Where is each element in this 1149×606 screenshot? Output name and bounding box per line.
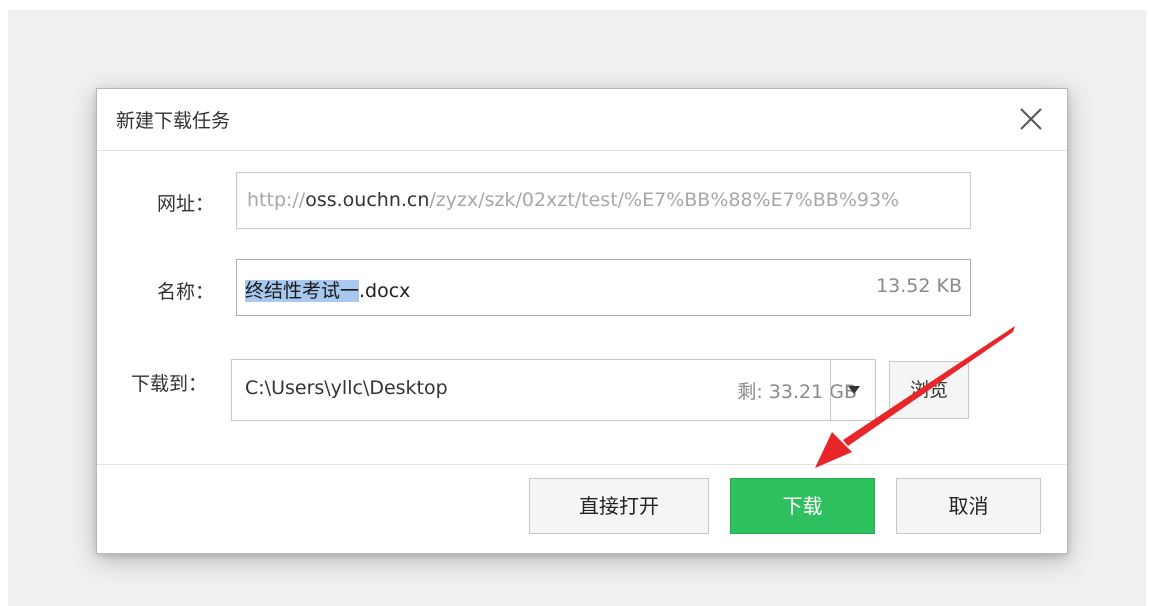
open-directly-button[interactable]: 直接打开 — [529, 478, 709, 534]
caret-down-icon — [848, 386, 860, 394]
cancel-button[interactable]: 取消 — [896, 478, 1041, 534]
save-path-dropdown-button[interactable] — [830, 359, 876, 421]
url-label: 网址： — [157, 193, 215, 215]
save-path-text: C:\Users\yllc\Desktop — [245, 377, 448, 399]
url-prefix: http:// — [247, 189, 306, 211]
new-download-dialog: 新建下载任务 网址： http://oss.ouchn.cn/zyzx/szk/… — [96, 88, 1068, 554]
close-icon[interactable] — [1017, 105, 1045, 133]
dialog-title: 新建下载任务 — [116, 110, 231, 132]
dialog-titlebar: 新建下载任务 — [97, 89, 1067, 151]
file-name-text: 终结性考试一.docx — [245, 276, 410, 303]
footer-divider — [97, 464, 1067, 465]
file-size: 13.52 KB — [876, 275, 962, 297]
url-host: oss.ouchn.cn — [305, 189, 430, 211]
save-path-field[interactable]: C:\Users\yllc\Desktop 剩: 33.21 GB — [231, 359, 876, 421]
name-field[interactable]: 终结性考试一.docx 13.52 KB — [236, 259, 971, 316]
download-button[interactable]: 下载 — [730, 478, 875, 534]
file-name-selected: 终结性考试一 — [245, 280, 360, 302]
name-label: 名称： — [157, 281, 215, 303]
url-field[interactable]: http://oss.ouchn.cn/zyzx/szk/02xzt/test/… — [236, 172, 971, 229]
url-path: /zyzx/szk/02xzt/test/%E7%BB%88%E7%BB%93% — [429, 189, 900, 211]
save-to-label: 下载到： — [131, 373, 208, 395]
file-name-extension: .docx — [359, 280, 411, 302]
browse-button[interactable]: 浏览 — [889, 361, 969, 419]
url-text: http://oss.ouchn.cn/zyzx/szk/02xzt/test/… — [247, 189, 899, 211]
